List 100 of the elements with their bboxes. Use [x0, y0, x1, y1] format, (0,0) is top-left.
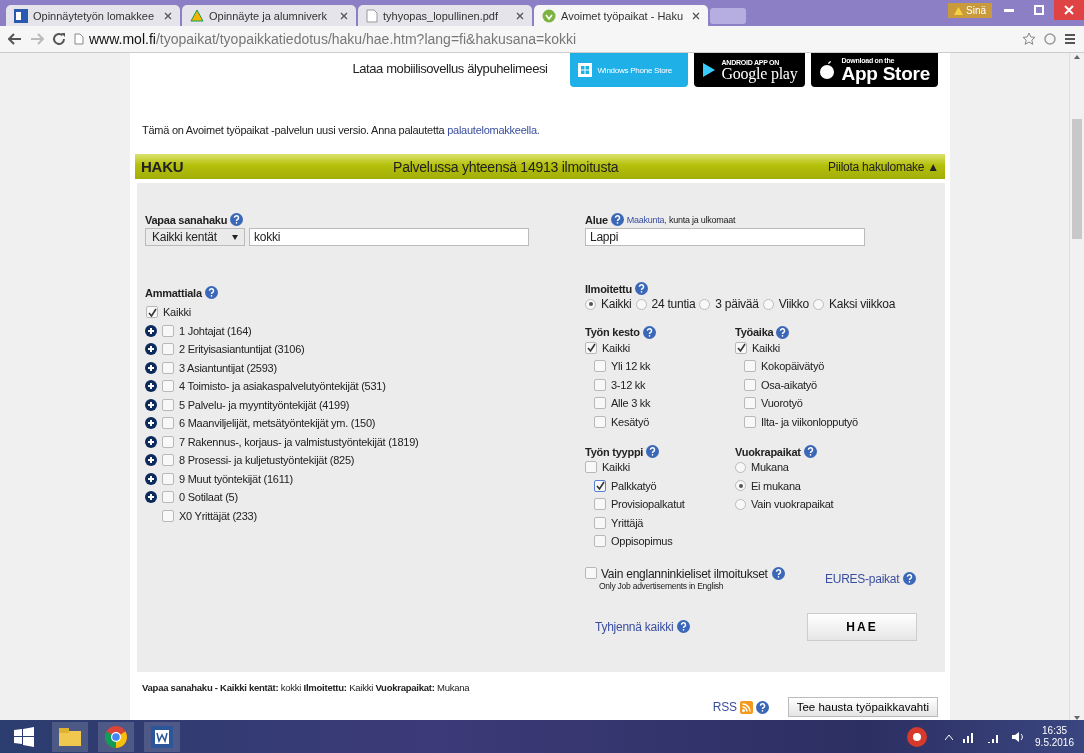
checkbox[interactable] — [162, 343, 174, 356]
checkbox[interactable] — [146, 306, 158, 319]
help-icon[interactable] — [646, 445, 660, 458]
browser-icon[interactable] — [98, 721, 134, 752]
job-alert-button[interactable]: Tee hausta työpaikkavahti — [787, 697, 938, 717]
volume-icon[interactable] — [1011, 730, 1026, 743]
checkbox[interactable] — [162, 509, 174, 522]
back-icon[interactable] — [8, 33, 22, 45]
radio-button[interactable] — [813, 298, 824, 310]
expand-icon[interactable] — [145, 417, 157, 430]
scrollbar[interactable] — [1069, 53, 1084, 720]
checkbox[interactable] — [162, 491, 174, 504]
radio-button[interactable] — [635, 298, 647, 310]
browser-tab[interactable]: Opinnäyte ja alumniverk — [182, 5, 356, 26]
radio-button[interactable] — [762, 298, 774, 310]
search-button[interactable]: HAE — [807, 612, 917, 641]
chevron-icon[interactable] — [945, 733, 954, 740]
arrow-down-icon[interactable] — [1074, 716, 1080, 720]
checkbox[interactable] — [162, 398, 174, 411]
clock[interactable]: 16:35 9.5.2016 — [1035, 724, 1074, 749]
word-processor-icon[interactable] — [144, 721, 180, 752]
radio-button[interactable] — [735, 498, 746, 510]
expand-icon[interactable] — [145, 398, 157, 411]
help-icon[interactable] — [610, 213, 624, 226]
checkbox[interactable] — [744, 378, 756, 391]
close-icon[interactable] — [164, 11, 172, 20]
checkbox-label: 0 Sotilaat (5) — [179, 491, 238, 504]
rss-link[interactable]: RSS — [712, 700, 737, 714]
checkbox[interactable] — [162, 435, 174, 448]
help-icon[interactable] — [776, 325, 790, 339]
checkbox-label: 4 Toimisto- ja asiakaspalvelutyöntekijät (531) — [179, 380, 386, 393]
checkbox[interactable] — [594, 415, 606, 428]
checkbox[interactable] — [162, 361, 174, 374]
field-label: Alue — [585, 213, 608, 226]
radio-button[interactable] — [585, 298, 596, 310]
checkbox[interactable] — [162, 454, 174, 467]
folder-icon[interactable] — [52, 721, 88, 752]
checkbox[interactable] — [162, 417, 174, 430]
help-icon[interactable] — [642, 325, 656, 339]
expand-icon[interactable] — [145, 454, 157, 467]
browser-tab[interactable]: Avoimet työpaikat - Haku — [534, 5, 708, 26]
checkbox[interactable] — [594, 535, 606, 548]
feedback-link[interactable]: palautelomakkeella. — [447, 124, 540, 136]
radio-button[interactable] — [735, 480, 746, 492]
checkbox-label: Palkkatyö — [611, 479, 657, 492]
checkbox[interactable] — [585, 461, 597, 474]
clear-all-link[interactable]: Tyhjennä kaikki — [595, 619, 674, 634]
expand-icon[interactable] — [145, 435, 157, 448]
browser-tab[interactable]: Opinnäytetyön lomakkee — [6, 5, 180, 26]
close-button[interactable] — [1054, 0, 1084, 20]
help-icon[interactable] — [677, 620, 691, 633]
help-icon[interactable] — [635, 282, 648, 295]
expand-icon[interactable] — [145, 343, 157, 356]
help-icon[interactable] — [755, 700, 769, 714]
help-icon[interactable] — [204, 286, 218, 299]
help-icon[interactable] — [230, 213, 244, 226]
expand-icon[interactable] — [145, 324, 157, 337]
expand-icon[interactable] — [145, 491, 157, 504]
checkbox[interactable] — [162, 472, 174, 485]
checkbox[interactable] — [594, 516, 606, 529]
arrow-up-icon[interactable] — [1074, 55, 1080, 59]
help-icon[interactable] — [771, 566, 785, 580]
checkbox[interactable] — [162, 324, 174, 337]
help-icon[interactable] — [903, 572, 917, 585]
checkbox[interactable] — [585, 341, 597, 354]
keyword-field[interactable]: kokki — [249, 228, 529, 246]
checkbox[interactable] — [594, 397, 606, 410]
search-summary: Vapaa sanahaku - Kaikki kentät: kokki Ilmoitettu: Kaikki Vuokrapaikat: Mukana — [142, 682, 471, 693]
radio-button[interactable] — [735, 461, 746, 473]
checkbox[interactable] — [744, 360, 756, 373]
expand-icon[interactable] — [145, 361, 157, 374]
document-icon — [14, 8, 28, 23]
checkbox[interactable] — [594, 479, 606, 492]
scrollbar-thumb[interactable] — [1072, 119, 1082, 239]
menu-icon[interactable] — [1064, 33, 1076, 45]
checkbox[interactable] — [585, 566, 597, 579]
checkbox[interactable] — [594, 378, 606, 391]
scope-dropdown[interactable]: Kaikki kentät — [145, 228, 245, 246]
star-icon[interactable] — [1022, 32, 1036, 46]
checkbox[interactable] — [744, 415, 756, 428]
radio-button[interactable] — [699, 298, 711, 310]
close-icon[interactable] — [340, 11, 348, 20]
close-icon[interactable] — [516, 11, 524, 20]
checkbox[interactable] — [162, 380, 174, 393]
eures-link[interactable]: EURES-paikat — [825, 571, 900, 586]
checkbox[interactable] — [594, 498, 606, 511]
help-icon[interactable] — [803, 445, 817, 458]
browser-tab[interactable]: tyhyopas_lopullinen.pdf — [358, 5, 532, 26]
checkbox[interactable] — [735, 341, 747, 354]
field-label: Työn kesto — [585, 326, 640, 338]
reload-icon[interactable] — [52, 32, 66, 46]
extension-icon[interactable] — [1044, 33, 1056, 45]
checkbox[interactable] — [594, 360, 606, 373]
expand-icon[interactable] — [145, 380, 157, 393]
close-icon[interactable] — [692, 11, 700, 20]
checkbox[interactable] — [744, 397, 756, 410]
hide-form-link[interactable]: Piilota hakulomake ▲ — [828, 159, 939, 174]
expand-icon[interactable] — [145, 472, 157, 485]
region-link[interactable]: Maakunta, — [626, 214, 667, 225]
area-field[interactable]: Lappi — [585, 228, 865, 246]
